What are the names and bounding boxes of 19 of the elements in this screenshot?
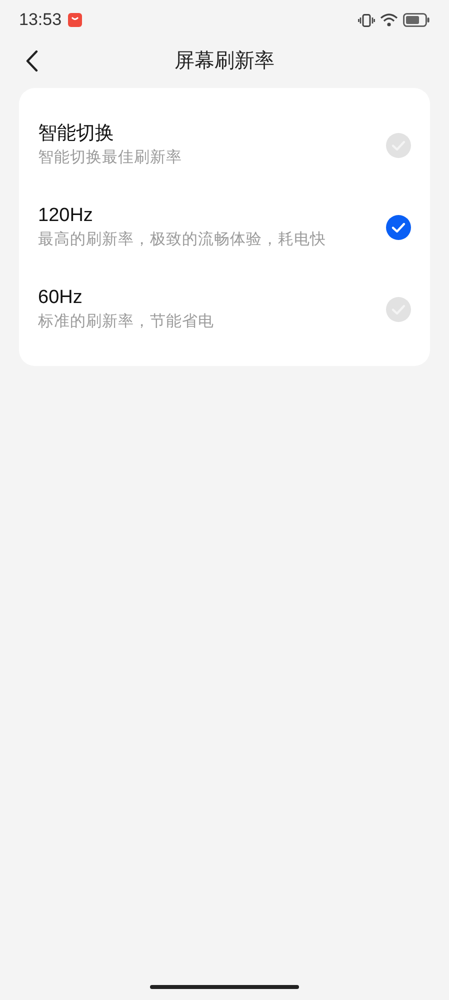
vibrate-icon <box>358 14 375 26</box>
page-title: 屏幕刷新率 <box>174 49 274 74</box>
option-description: 最高的刷新率，极致的流畅体验，耗电快 <box>38 230 326 250</box>
option-row[interactable]: 60Hz 标准的刷新率，节能省电 <box>19 268 430 350</box>
wifi-icon <box>380 13 398 27</box>
option-title: 智能切换 <box>38 122 115 146</box>
option-description: 标准的刷新率，节能省电 <box>38 312 214 332</box>
app-notification-icon <box>68 13 82 27</box>
option-row[interactable]: 智能切换 智能切换最佳刷新率 <box>19 104 430 186</box>
check-icon[interactable] <box>386 132 411 158</box>
option-title: 120Hz <box>38 204 94 228</box>
option-row[interactable]: 120Hz 最高的刷新率，极致的流畅体验，耗电快 <box>19 186 430 268</box>
check-icon[interactable] <box>386 214 411 240</box>
check-icon[interactable] <box>386 296 411 322</box>
status-time: 13:53 <box>19 9 62 32</box>
option-description: 智能切换最佳刷新率 <box>38 148 182 168</box>
back-icon <box>26 50 38 72</box>
option-title: 60Hz <box>38 286 84 310</box>
battery-icon <box>403 13 430 27</box>
